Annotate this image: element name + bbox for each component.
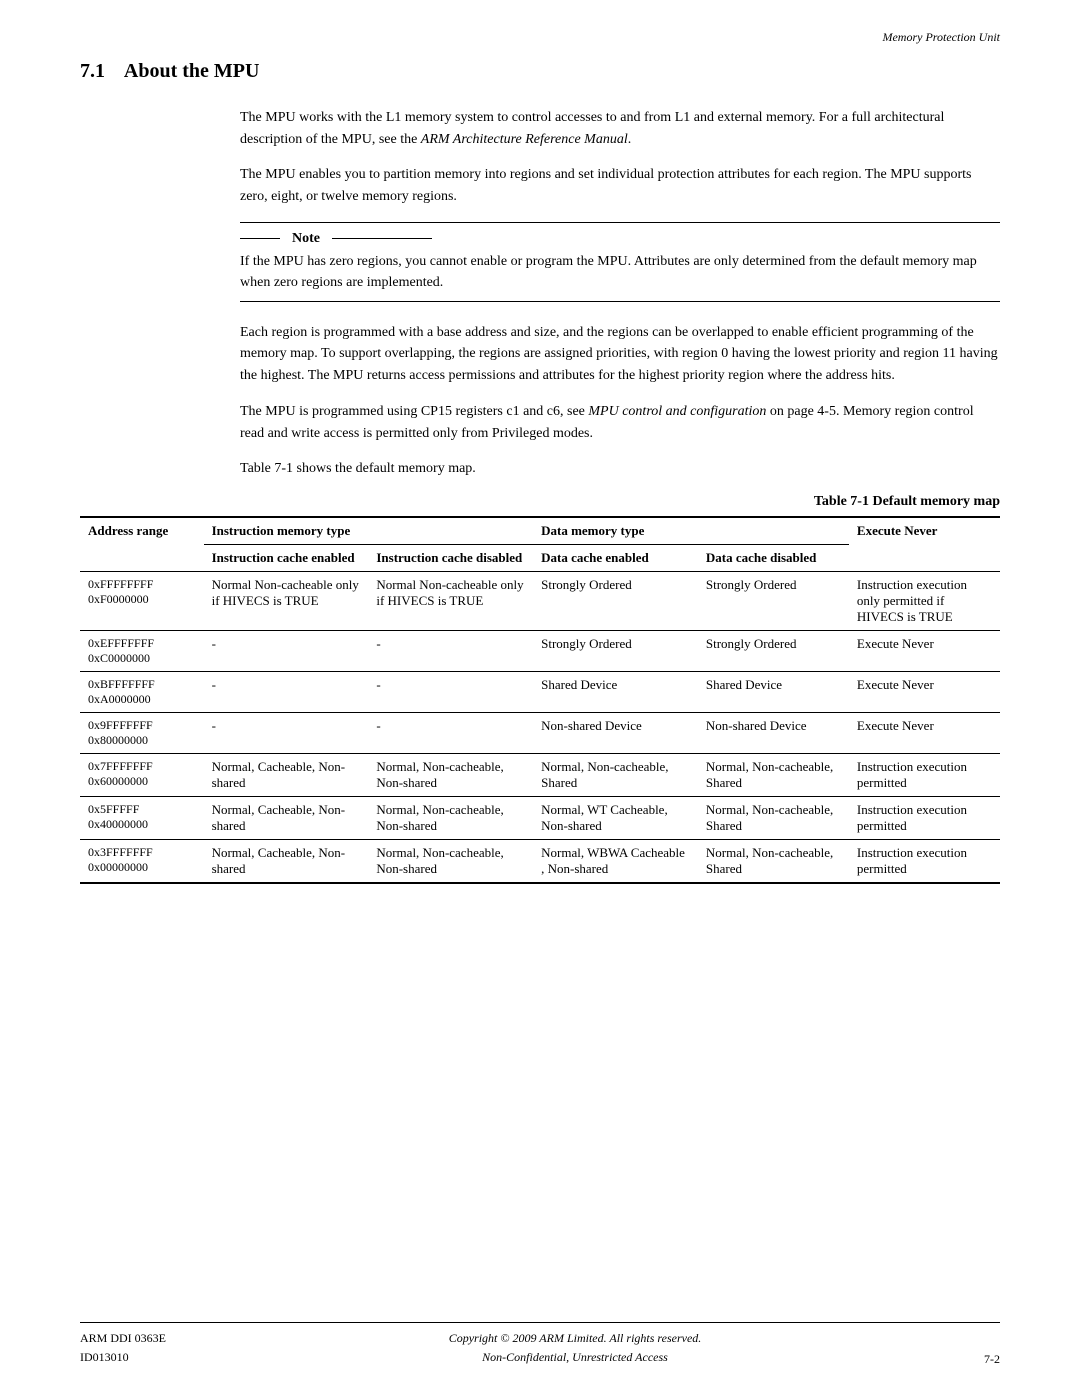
cell-inst-ce: -: [204, 712, 369, 753]
table-row: 0x7FFFFFFF0x60000000Normal, Cacheable, N…: [80, 753, 1000, 796]
cell-exec-never: Execute Never: [849, 671, 1000, 712]
cell-data-cd: Shared Device: [698, 671, 849, 712]
table-row: 0xFFFFFFFF0xF0000000Normal Non-cacheable…: [80, 571, 1000, 630]
table-row: 0x9FFFFFFF0x80000000--Non-shared DeviceN…: [80, 712, 1000, 753]
note-line-left: [240, 238, 280, 239]
cell-exec-never: Instruction execution only permitted if …: [849, 571, 1000, 630]
cell-inst-cd: Normal, Non-cacheable, Non-shared: [368, 753, 533, 796]
cell-data-ce: Normal, Non-cacheable, Shared: [533, 753, 698, 796]
cell-address: 0x5FFFFF0x40000000: [80, 796, 204, 839]
col-header-inst-group: Instruction memory type: [204, 517, 534, 545]
cell-exec-never: Instruction execution permitted: [849, 839, 1000, 883]
footer-center: Copyright © 2009 ARM Limited. All rights…: [449, 1329, 702, 1367]
note-text: If the MPU has zero regions, you cannot …: [240, 251, 1000, 293]
cell-exec-never: Execute Never: [849, 630, 1000, 671]
cell-address: 0x7FFFFFFF0x60000000: [80, 753, 204, 796]
cell-data-cd: Non-shared Device: [698, 712, 849, 753]
cell-data-cd: Normal, Non-cacheable, Shared: [698, 839, 849, 883]
cell-address: 0xFFFFFFFF0xF0000000: [80, 571, 204, 630]
col-header-execute-never: Execute Never: [849, 517, 1000, 572]
table-row: 0x5FFFFF0x40000000Normal, Cacheable, Non…: [80, 796, 1000, 839]
header-text: Memory Protection Unit: [882, 30, 1000, 44]
cell-data-cd: Normal, Non-cacheable, Shared: [698, 796, 849, 839]
cell-data-ce: Non-shared Device: [533, 712, 698, 753]
paragraph-3: Each region is programmed with a base ad…: [240, 322, 1000, 387]
table-caption: Table 7-1 Default memory map: [80, 494, 1000, 510]
cell-address: 0xBFFFFFFF0xA0000000: [80, 671, 204, 712]
page-header: Memory Protection Unit: [882, 30, 1000, 45]
cell-data-ce: Shared Device: [533, 671, 698, 712]
footer-access: Non-Confidential, Unrestricted Access: [449, 1348, 702, 1367]
col-header-data-cd: Data cache disabled: [698, 544, 849, 571]
cell-data-cd: Normal, Non-cacheable, Shared: [698, 753, 849, 796]
cell-address: 0xEFFFFFFF0xC0000000: [80, 630, 204, 671]
footer-doc-id2: ID013010: [80, 1348, 166, 1367]
cell-exec-never: Instruction execution permitted: [849, 753, 1000, 796]
cell-data-ce: Normal, WBWA Cacheable , Non-shared: [533, 839, 698, 883]
col-header-data-ce: Data cache enabled: [533, 544, 698, 571]
cell-data-cd: Strongly Ordered: [698, 630, 849, 671]
footer-left: ARM DDI 0363E ID013010: [80, 1329, 166, 1367]
cell-inst-ce: Normal, Cacheable, Non-shared: [204, 753, 369, 796]
note-label: Note: [292, 231, 320, 247]
note-line-right: [332, 238, 432, 239]
col-header-inst-cd: Instruction cache disabled: [368, 544, 533, 571]
col-header-data-group: Data memory type: [533, 517, 849, 545]
section-title: 7.1 About the MPU: [80, 60, 1000, 83]
cell-inst-cd: Normal, Non-cacheable, Non-shared: [368, 796, 533, 839]
cell-inst-cd: Normal Non-cacheable only if HIVECS is T…: [368, 571, 533, 630]
paragraph-5: Table 7-1 shows the default memory map.: [240, 458, 1000, 480]
cell-inst-ce: Normal, Cacheable, Non-shared: [204, 839, 369, 883]
col-header-inst-ce: Instruction cache enabled: [204, 544, 369, 571]
table-header-row-1: Address range Instruction memory type Da…: [80, 517, 1000, 545]
paragraph-4: The MPU is programmed using CP15 registe…: [240, 401, 1000, 444]
page-footer: ARM DDI 0363E ID013010 Copyright © 2009 …: [80, 1322, 1000, 1367]
cell-data-cd: Strongly Ordered: [698, 571, 849, 630]
cell-inst-ce: -: [204, 630, 369, 671]
cell-inst-cd: -: [368, 630, 533, 671]
section-name: About the MPU: [124, 60, 260, 82]
table-row: 0xBFFFFFFF0xA0000000--Shared DeviceShare…: [80, 671, 1000, 712]
paragraph-1: The MPU works with the L1 memory system …: [240, 107, 1000, 150]
cell-inst-cd: -: [368, 671, 533, 712]
footer-copyright: Copyright © 2009 ARM Limited. All rights…: [449, 1329, 702, 1348]
cell-data-ce: Strongly Ordered: [533, 630, 698, 671]
cell-exec-never: Execute Never: [849, 712, 1000, 753]
cell-inst-ce: Normal Non-cacheable only if HIVECS is T…: [204, 571, 369, 630]
cell-inst-cd: -: [368, 712, 533, 753]
cell-exec-never: Instruction execution permitted: [849, 796, 1000, 839]
cell-data-ce: Normal, WT Cacheable, Non-shared: [533, 796, 698, 839]
table-row: 0x3FFFFFFF0x00000000Normal, Cacheable, N…: [80, 839, 1000, 883]
cell-inst-ce: Normal, Cacheable, Non-shared: [204, 796, 369, 839]
cell-address: 0x3FFFFFFF0x00000000: [80, 839, 204, 883]
paragraph-2: The MPU enables you to partition memory …: [240, 164, 1000, 207]
footer-page-number: 7-2: [984, 1352, 1000, 1367]
section-number: 7.1: [80, 60, 105, 82]
note-box: Note If the MPU has zero regions, you ca…: [240, 222, 1000, 302]
cell-inst-ce: -: [204, 671, 369, 712]
cell-inst-cd: Normal, Non-cacheable, Non-shared: [368, 839, 533, 883]
col-header-address: Address range: [80, 517, 204, 572]
cell-data-ce: Strongly Ordered: [533, 571, 698, 630]
cell-address: 0x9FFFFFFF0x80000000: [80, 712, 204, 753]
table-row: 0xEFFFFFFF0xC0000000--Strongly OrderedSt…: [80, 630, 1000, 671]
footer-doc-id: ARM DDI 0363E: [80, 1329, 166, 1348]
memory-table: Address range Instruction memory type Da…: [80, 516, 1000, 884]
page: Memory Protection Unit 7.1 About the MPU…: [0, 0, 1080, 1397]
